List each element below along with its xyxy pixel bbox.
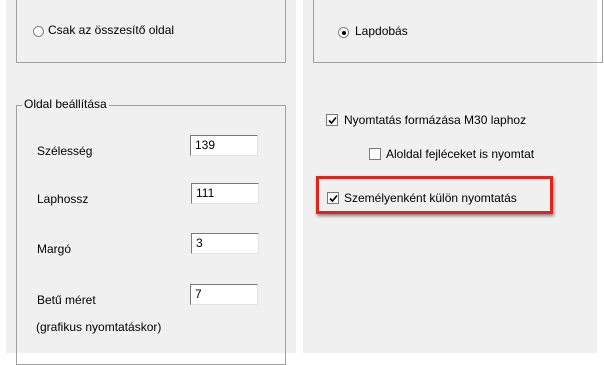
- radio-selected-dot: [342, 31, 346, 35]
- summary-page-only-label[interactable]: Csak az összesítő oldal: [48, 22, 174, 38]
- checkmark-icon: [328, 116, 337, 125]
- font-size-label: Betű méret: [37, 293, 96, 307]
- width-input[interactable]: 139: [190, 135, 258, 156]
- font-size-input[interactable]: 7: [190, 284, 258, 305]
- print-settings-dialog-crop: Csak az összesítő oldal Oldal beállítása…: [0, 0, 604, 365]
- page-settings-legend: Oldal beállítása: [22, 97, 109, 111]
- graphics-print-note: (grafikus nyomtatáskor): [36, 320, 162, 334]
- m30-format-checkbox[interactable]: [326, 114, 338, 126]
- page-length-input[interactable]: 111: [191, 183, 259, 204]
- subpage-headers-checkbox[interactable]: [369, 148, 381, 160]
- highlight-annotation: [316, 176, 553, 214]
- subpage-headers-label[interactable]: Aloldal fejléceket is nyomtat: [386, 146, 534, 162]
- width-label: Szélesség: [37, 144, 93, 158]
- page-break-label[interactable]: Lapdobás: [355, 23, 408, 39]
- summary-page-only-radio[interactable]: [33, 26, 44, 37]
- left-panel: Csak az összesítő oldal Oldal beállítása…: [6, 0, 296, 365]
- margin-input[interactable]: 3: [191, 233, 259, 254]
- page-break-radio[interactable]: [338, 27, 349, 38]
- page-length-label: Laphossz: [37, 192, 89, 206]
- m30-format-label[interactable]: Nyomtatás formázása M30 laphoz: [344, 112, 526, 128]
- margin-label: Margó: [37, 242, 72, 256]
